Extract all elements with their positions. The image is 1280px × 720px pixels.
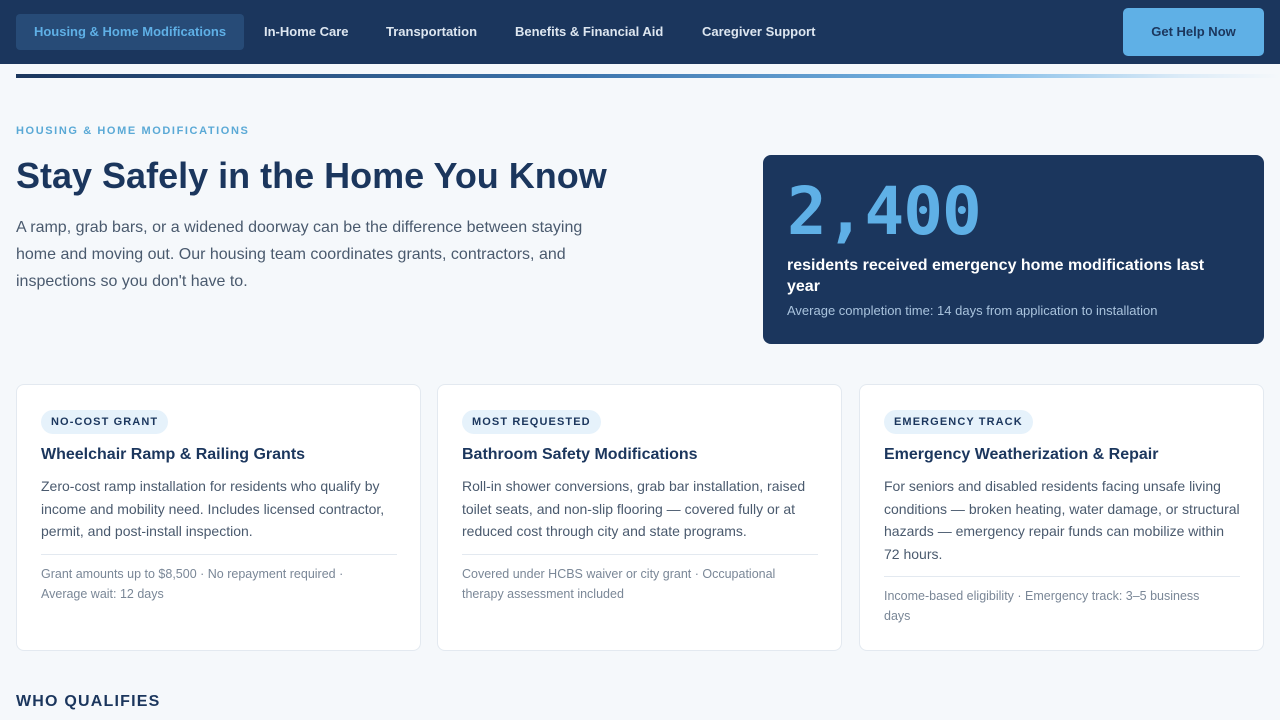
tab-housing-home-modifications[interactable]: Housing & Home Modifications (16, 14, 244, 50)
who-qualifies-heading: WHO QUALIFIES (16, 693, 161, 710)
stat-number: 2,400 (787, 173, 982, 250)
program-card-ramp-grants[interactable]: NO-COST GRANT Wheelchair Ramp & Railing … (16, 384, 421, 651)
card-meta: Grant amounts up to $8,500 · No repaymen… (41, 567, 344, 601)
stat-note: Average completion time: 14 days from ap… (787, 303, 1158, 318)
tab-transportation[interactable]: Transportation (386, 14, 477, 50)
card-title: Emergency Weatherization & Repair (884, 446, 1159, 463)
card-meta: Income-based eligibility · Emergency tra… (884, 589, 1200, 623)
program-card-bathroom-safety[interactable]: MOST REQUESTED Bathroom Safety Modificat… (437, 384, 842, 651)
card-divider (884, 576, 1240, 577)
card-badge: EMERGENCY TRACK (884, 410, 1033, 434)
card-description: Roll-in shower conversions, grab bar ins… (462, 478, 806, 539)
card-divider (41, 554, 397, 555)
stat-label: residents received emergency home modifi… (787, 257, 1205, 295)
card-title: Bathroom Safety Modifications (462, 446, 698, 463)
card-badge: MOST REQUESTED (462, 410, 601, 434)
tab-benefits-financial-aid[interactable]: Benefits & Financial Aid (515, 14, 663, 50)
program-card-emergency-repair[interactable]: EMERGENCY TRACK Emergency Weatherization… (859, 384, 1264, 651)
card-badge: NO-COST GRANT (41, 410, 169, 434)
tab-caregiver-support[interactable]: Caregiver Support (702, 14, 815, 50)
tab-in-home-care[interactable]: In-Home Care (264, 14, 349, 50)
card-description: For seniors and disabled residents facin… (884, 478, 1240, 562)
card-description: Zero-cost ramp installation for resident… (41, 478, 385, 539)
stat-card: 2,400 residents received emergency home … (763, 155, 1264, 344)
page-title: Stay Safely in the Home You Know (16, 155, 607, 196)
card-meta: Covered under HCBS waiver or city grant … (462, 567, 776, 601)
nav-accent-bar (16, 74, 1280, 78)
top-nav: Housing & Home Modifications In-Home Car… (0, 0, 1280, 64)
get-help-now-button[interactable]: Get Help Now (1123, 8, 1264, 56)
section-eyebrow: HOUSING & HOME MODIFICATIONS (16, 125, 250, 137)
card-divider (462, 554, 818, 555)
card-title: Wheelchair Ramp & Railing Grants (41, 446, 306, 463)
hero-description: A ramp, grab bars, or a widened doorway … (16, 219, 583, 290)
